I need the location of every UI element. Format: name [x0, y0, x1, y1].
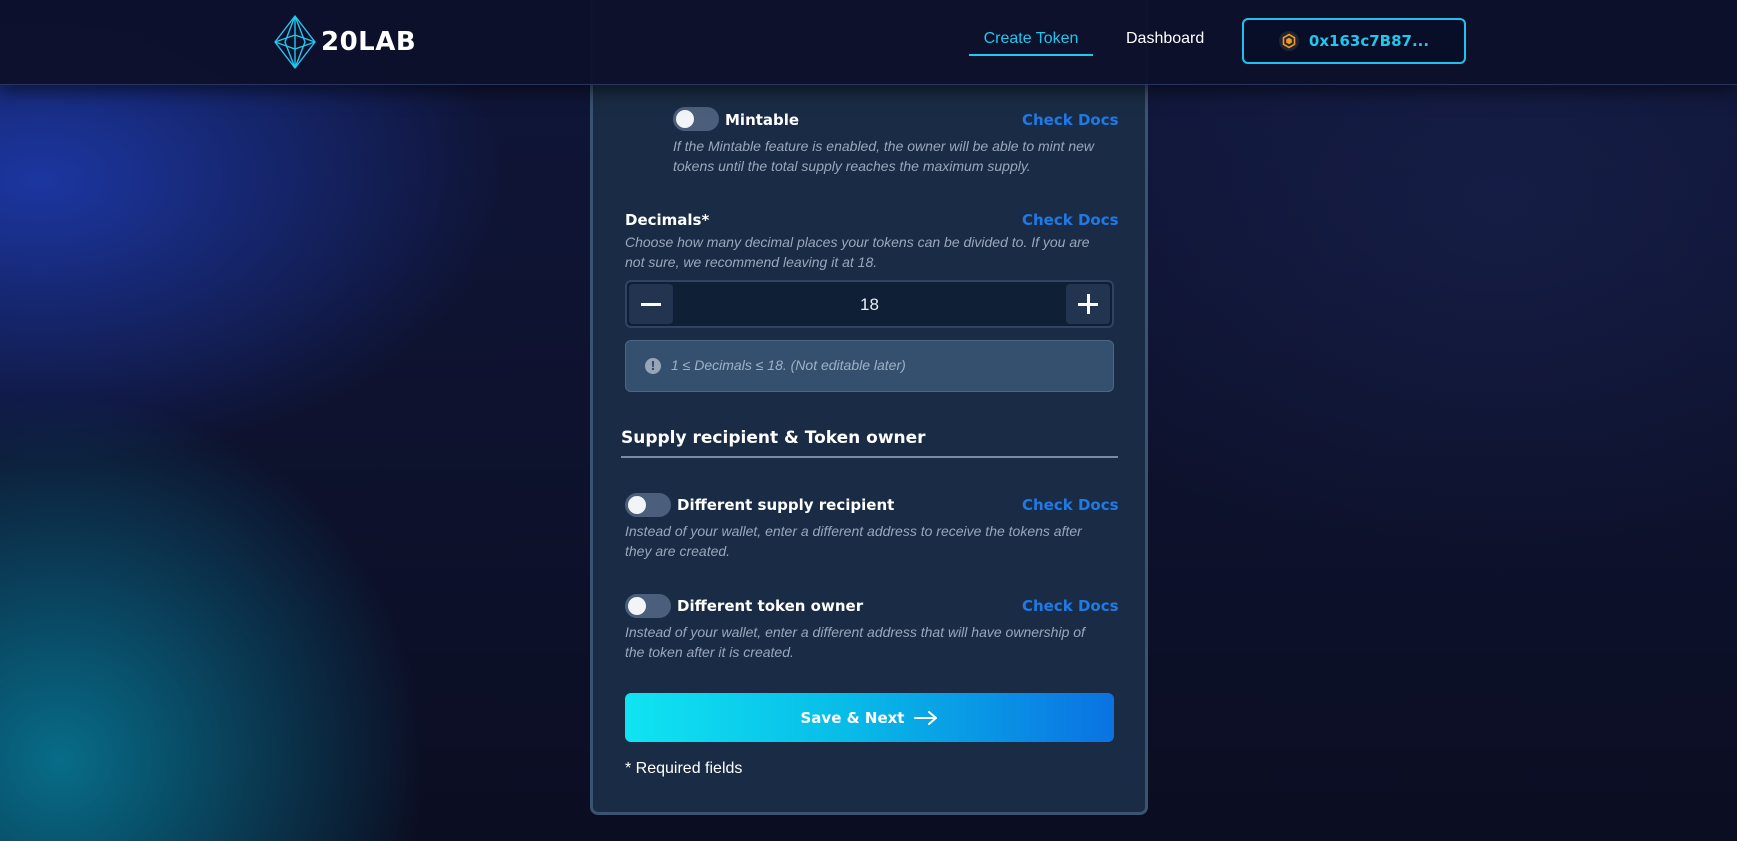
arrow-right-icon — [914, 710, 938, 725]
supply-recipient-description: Instead of your wallet, enter a differen… — [625, 523, 1082, 559]
nav-dashboard[interactable]: Dashboard — [1126, 30, 1204, 48]
token-owner-label: Different token owner — [677, 597, 864, 615]
required-fields-note: * Required fields — [625, 760, 743, 777]
decimals-input[interactable] — [687, 294, 1052, 316]
decimals-check-docs-link[interactable]: Check Docs — [1022, 211, 1119, 229]
wallet-button[interactable]: 0x163c7B87... — [1242, 18, 1466, 64]
info-icon: ! — [645, 358, 661, 374]
token-owner-toggle[interactable] — [625, 594, 671, 618]
wallet-address: 0x163c7B87... — [1308, 32, 1430, 50]
brand-name: 20LAB — [321, 27, 417, 57]
toggle-knob — [676, 110, 694, 128]
supply-recipient-check-docs-link[interactable]: Check Docs — [1022, 496, 1119, 514]
save-next-button[interactable]: Save & Next — [625, 693, 1114, 742]
decimals-stepper — [625, 280, 1114, 328]
mintable-toggle[interactable] — [673, 107, 719, 131]
decimals-hint-box: ! 1 ≤ Decimals ≤ 18. (Not editable later… — [625, 340, 1114, 392]
toggle-knob — [628, 496, 646, 514]
decimals-hint-text: 1 ≤ Decimals ≤ 18. (Not editable later) — [671, 357, 906, 373]
hexagon-wallet-icon — [1278, 31, 1299, 51]
decimals-description: Choose how many decimal places your toke… — [625, 234, 1090, 270]
top-navbar: 20LAB Create Token Dashboard 0x163c7B87.… — [0, 0, 1737, 85]
supply-recipient-label: Different supply recipient — [677, 496, 895, 514]
section-title: Supply recipient & Token owner — [621, 428, 1118, 458]
supply-recipient-toggle[interactable] — [625, 493, 671, 517]
token-owner-description: Instead of your wallet, enter a differen… — [625, 624, 1085, 660]
toggle-knob — [628, 597, 646, 615]
increment-button[interactable] — [1066, 284, 1110, 324]
minus-icon — [641, 303, 661, 306]
ethereum-diamond-logo-icon — [274, 15, 316, 69]
decimals-label: Decimals* — [625, 211, 710, 229]
mintable-label: Mintable — [725, 111, 800, 129]
save-next-label: Save & Next — [800, 708, 905, 727]
decrement-button[interactable] — [629, 284, 673, 324]
brand-logo[interactable]: 20LAB — [273, 15, 416, 69]
mintable-check-docs-link[interactable]: Check Docs — [1022, 111, 1119, 129]
mintable-description: If the Mintable feature is enabled, the … — [673, 138, 1095, 174]
nav-create-token[interactable]: Create Token — [969, 30, 1093, 56]
token-owner-check-docs-link[interactable]: Check Docs — [1022, 597, 1119, 615]
